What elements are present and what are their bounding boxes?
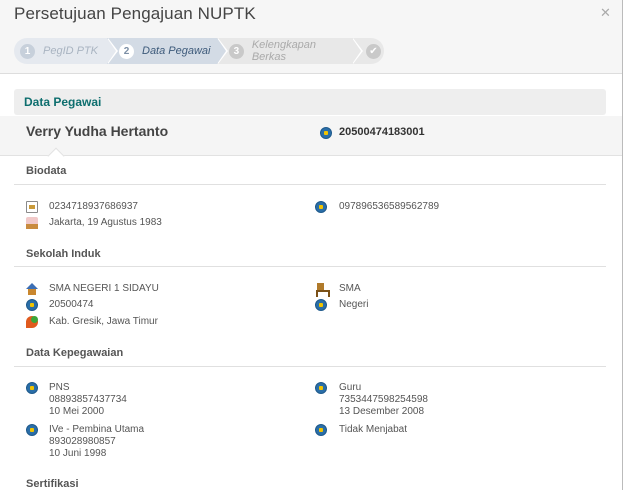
tutwuri-logo-icon [315,201,327,213]
tutwuri-logo-icon [26,299,38,311]
employee-type-date: 13 Desember 2008 [339,406,425,417]
step-label: PegID PTK [43,45,99,57]
chair-icon [315,283,330,297]
step-number: 1 [20,43,35,59]
school-npsn: 20500474 [49,299,94,310]
employment-status: PNS [49,382,70,393]
school-level: SMA [339,283,361,294]
step-arrow [352,38,361,64]
birthday-cake-icon [26,217,38,229]
step-arrow [217,38,226,64]
position: Tidak Menjabat [339,424,407,435]
rank: IVe - Pembina Utama [49,424,145,435]
step-data-pegawai[interactable]: 2 Data Pegawai [107,38,217,64]
check-icon: ✔ [366,43,381,59]
map-pin-icon [26,316,38,328]
sertifikasi-heading: Sertifikasi [26,478,79,490]
step-pegid-ptk[interactable]: 1 PegID PTK [14,38,107,64]
biodata-heading: Biodata [26,165,67,177]
tutwuri-logo-icon [26,382,38,394]
id-number: 0234718937686937 [49,201,138,212]
divider [14,266,606,267]
second-id-number: 097896536589562789 [339,201,440,212]
close-icon[interactable]: ✕ [600,5,611,21]
step-kelengkapan-berkas[interactable]: 3 Kelengkapan Berkas [217,38,352,64]
sekolah-heading: Sekolah Induk [26,248,101,260]
tutwuri-logo-icon [315,299,327,311]
rank-date: 10 Juni 1998 [49,448,107,459]
divider [14,184,606,185]
birth-info: Jakarta, 19 Agustus 1983 [49,217,162,228]
step-label: Data Pegawai [142,45,211,57]
employee-type: Guru [339,382,362,393]
school-location: Kab. Gresik, Jawa Timur [49,316,158,327]
step-label: Kelengkapan Berkas [251,39,317,63]
school-name: SMA NEGERI 1 SIDAYU [49,283,159,294]
employee-type-number: 7353447598254598 [339,394,428,405]
tutwuri-logo-icon [26,424,38,436]
dialog: Persetujuan Pengajuan NUPTK ✕ 1 PegID PT… [0,0,623,490]
rank-number: 893028980857 [49,436,116,447]
dialog-header: Persetujuan Pengajuan NUPTK ✕ 1 PegID PT… [0,0,622,74]
tutwuri-logo-icon [315,382,327,394]
id-card-icon [26,201,38,213]
employee-name: Verry Yudha Hertanto [26,123,169,139]
divider [14,366,606,367]
employment-status-date: 10 Mei 2000 [49,406,105,417]
step-number: 2 [119,43,134,59]
employment-status-number: 08893857437734 [49,394,127,405]
wizard-steps: 1 PegID PTK 2 Data Pegawai 3 Kelengkapan… [14,38,384,64]
school-status: Negeri [339,299,369,310]
step-number: 3 [229,43,244,59]
kepegawaian-heading: Data Kepegawaian [26,347,124,359]
school-house-icon [26,283,38,295]
step-arrow [107,38,116,64]
tutwuri-logo-icon [315,424,327,436]
section-title: Data Pegawai [24,95,102,109]
dialog-title: Persetujuan Pengajuan NUPTK [14,4,256,23]
section-header: Data Pegawai [14,89,606,115]
nuptk-number: 20500474183001 [339,126,425,138]
profile-row: Verry Yudha Hertanto 20500474183001 [0,116,622,156]
tutwuri-logo-icon [320,127,332,139]
